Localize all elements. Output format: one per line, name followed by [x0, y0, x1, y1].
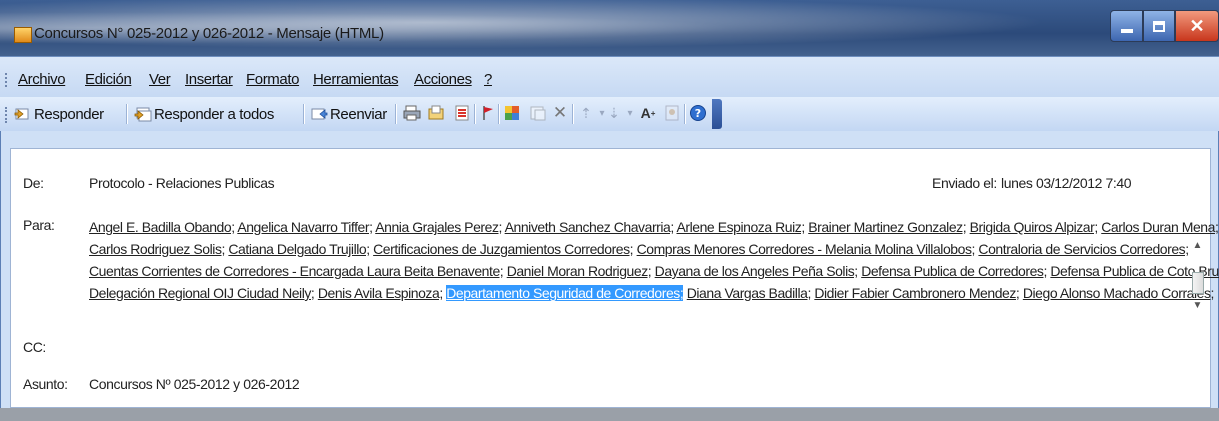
scroll-down-icon[interactable]: ▼	[1189, 297, 1206, 314]
recipient-link[interactable]: Angelica Navarro Tiffer;	[237, 219, 373, 235]
recipient-link[interactable]: Cuentas Corrientes de Corredores - Encar…	[89, 263, 504, 279]
menu-help[interactable]: ?	[484, 71, 492, 88]
recipient-link[interactable]: Denis Avila Espinoza;	[318, 285, 443, 301]
minimize-icon	[1120, 29, 1133, 33]
recipients-line: Carlos Rodriguez Solis; Catiana Delgado …	[89, 238, 1189, 260]
toolbar-separator	[572, 104, 573, 124]
scroll-up-icon[interactable]: ▲	[1189, 237, 1206, 254]
recipient-link[interactable]: Catiana Delgado Trujillo;	[228, 241, 370, 257]
menu-ver[interactable]: Ver	[149, 71, 171, 88]
recipient-link[interactable]: Carlos Duran Mena;	[1101, 219, 1219, 235]
window-title: Concursos N° 025-2012 y 026-2012 - Mensa…	[34, 25, 384, 42]
menu-edicion[interactable]: Edición	[85, 71, 132, 88]
mark-unread-icon[interactable]	[528, 103, 548, 123]
recipients-line: Delegación Regional OIJ Ciudad Neily; De…	[89, 282, 1214, 304]
flag-icon[interactable]	[478, 103, 498, 123]
menu-formato[interactable]: Formato	[246, 71, 299, 88]
recipients-scrollbar[interactable]: ▲ ▼	[1189, 237, 1206, 327]
toolbar-separator	[126, 104, 127, 124]
cc-label: CC:	[23, 339, 46, 355]
address-book-icon[interactable]	[662, 103, 682, 123]
from-value[interactable]: Protocolo - Relaciones Publicas	[89, 175, 275, 191]
svg-text:?: ?	[695, 107, 701, 120]
recipient-link[interactable]: Didier Fabier Cambronero Mendez;	[814, 285, 1019, 301]
recipients-line: Angel E. Badilla Obando; Angelica Navarr…	[89, 216, 1219, 238]
window-bottom-edge	[0, 408, 1219, 421]
maximize-button[interactable]	[1143, 10, 1175, 42]
recipient-link-selected[interactable]: Departamento Seguridad de Corredores;	[446, 285, 684, 301]
standard-toolbar: Responder Responder a todos Reenviar ✕ ⇡…	[0, 97, 1219, 131]
toolbar-separator	[303, 104, 304, 124]
recipient-link[interactable]: Annia Grajales Perez;	[375, 219, 502, 235]
close-icon: ✕	[1189, 15, 1205, 36]
menu-archivo[interactable]: Archivo	[18, 71, 66, 88]
print-icon[interactable]	[402, 103, 422, 123]
reply-all-icon	[134, 107, 152, 122]
recipient-link[interactable]: Brainer Martinez Gonzalez;	[808, 219, 966, 235]
help-icon[interactable]: ?	[688, 103, 708, 123]
recipients-line: Cuentas Corrientes de Corredores - Encar…	[89, 260, 1219, 282]
scrollbar-thumb[interactable]	[1192, 272, 1204, 294]
forward-icon	[311, 108, 328, 120]
reply-icon	[14, 108, 29, 120]
subject-label: Asunto:	[23, 376, 68, 392]
toolbar-grip-handle[interactable]	[5, 107, 9, 123]
title-bar[interactable]: Concursos N° 025-2012 y 026-2012 - Mensa…	[0, 0, 1219, 57]
recipient-link[interactable]: Anniveth Sanchez Chavarria;	[505, 219, 675, 235]
rules-icon[interactable]	[452, 103, 472, 123]
categories-icon[interactable]	[502, 103, 522, 123]
recipient-link[interactable]: Angel E. Badilla Obando;	[89, 219, 235, 235]
toolbar-separator	[498, 104, 499, 124]
recipient-link[interactable]: Compras Menores Corredores - Melania Mol…	[637, 241, 976, 257]
move-to-folder-icon[interactable]	[426, 103, 446, 123]
subject-value: Concursos Nº 025-2012 y 026-2012	[89, 376, 300, 392]
forward-button[interactable]: Reenviar	[310, 102, 387, 126]
recipient-link[interactable]: Defensa Publica de Corredores;	[861, 263, 1047, 279]
forward-label: Reenviar	[330, 105, 387, 123]
toolbar-separator	[474, 104, 475, 124]
to-label: Para:	[23, 217, 55, 233]
sent-label: Enviado el:	[932, 175, 997, 191]
recipient-link[interactable]: Diana Vargas Badilla;	[687, 285, 812, 301]
recipient-link[interactable]: Contraloria de Servicios Corredores;	[978, 241, 1189, 257]
recipient-link[interactable]: Delegación Regional OIJ Ciudad Neily;	[89, 285, 315, 301]
menu-bar: Archivo Edición Ver Insertar Formato Her…	[0, 57, 1219, 97]
maximize-icon	[1153, 20, 1165, 32]
recipient-link[interactable]: Arlene Espinoza Ruiz;	[676, 219, 805, 235]
message-header: De: Protocolo - Relaciones Publicas Envi…	[10, 148, 1219, 408]
menu-herramientas[interactable]: Herramientas	[313, 71, 399, 88]
minimize-button[interactable]	[1110, 10, 1143, 42]
reply-all-label: Responder a todos	[154, 105, 274, 123]
next-dropdown-icon[interactable]: ▾	[620, 103, 640, 123]
toolbar-separator	[684, 104, 685, 124]
recipient-link[interactable]: Brigida Quiros Alpizar;	[970, 219, 1099, 235]
reply-all-button[interactable]: Responder a todos	[134, 102, 274, 126]
to-recipients-list: Angel E. Badilla Obando; Angelica Navarr…	[89, 216, 1219, 304]
menu-insertar[interactable]: Insertar	[185, 71, 233, 88]
recipient-link[interactable]: Carlos Rodriguez Solis;	[89, 241, 225, 257]
recipient-link[interactable]: Diego Alonso Machado Corrales;	[1023, 285, 1215, 301]
menu-acciones[interactable]: Acciones	[414, 71, 472, 88]
recipient-link[interactable]: Dayana de los Angeles Peña Solis;	[655, 263, 859, 279]
reply-button[interactable]: Responder	[14, 102, 104, 126]
delete-icon[interactable]: ✕	[550, 103, 570, 123]
reply-label: Responder	[34, 105, 104, 123]
font-size-icon[interactable]: A +	[638, 103, 658, 123]
message-window: Concursos N° 025-2012 y 026-2012 - Mensa…	[0, 0, 1219, 421]
from-label: De:	[23, 175, 44, 191]
menu-grip-handle[interactable]	[5, 73, 9, 87]
message-icon	[14, 27, 32, 43]
toolbar-overflow-button[interactable]	[712, 99, 722, 129]
toolbar-separator	[395, 104, 396, 124]
sent-value: lunes 03/12/2012 7:40	[1001, 175, 1132, 191]
close-button[interactable]: ✕	[1175, 10, 1219, 42]
recipient-link[interactable]: Daniel Moran Rodriguez;	[507, 263, 652, 279]
recipient-link[interactable]: Certificaciones de Juzgamientos Corredor…	[373, 241, 633, 257]
